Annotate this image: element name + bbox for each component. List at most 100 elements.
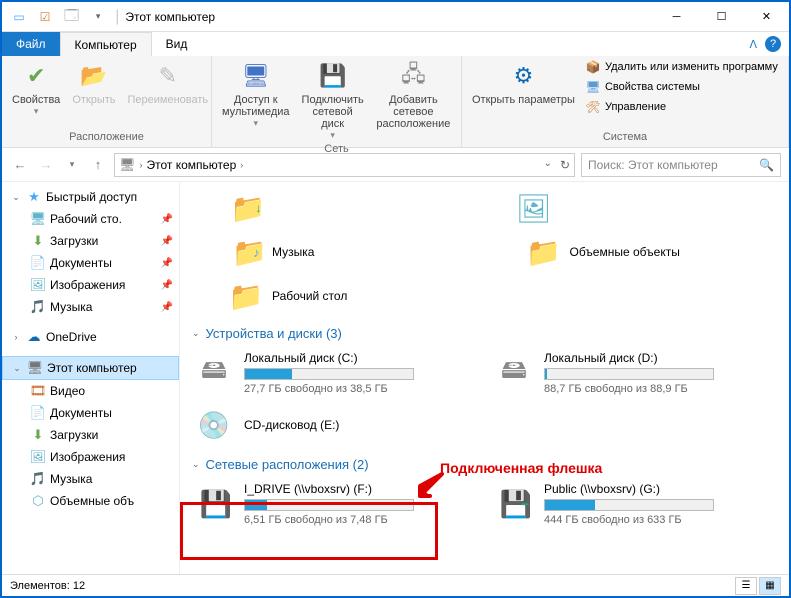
media-access-button[interactable]: 🖥 Доступ к мультимедиа ▾ — [218, 58, 294, 131]
expand-icon[interactable]: › — [10, 332, 22, 342]
sidebar-item[interactable]: 🎞Видео — [2, 380, 179, 402]
chevron-down-icon: ⌄ — [192, 459, 200, 470]
rename-button: ✎ Переименовать — [124, 58, 213, 108]
drive-item[interactable]: 🖴 Локальный диск (C:)27,7 ГБ свободно из… — [190, 345, 470, 401]
search-placeholder: Поиск: Этот компьютер — [588, 158, 718, 172]
tab-computer[interactable]: Компьютер — [60, 32, 152, 56]
folder-item[interactable]: 📁♪Музыка — [224, 230, 482, 274]
desktop-icon: 🖥 — [30, 211, 46, 227]
qat-properties-icon[interactable]: ☑ — [34, 6, 56, 28]
nav-forward-button[interactable]: → — [36, 155, 56, 175]
tab-view[interactable]: Вид — [152, 32, 202, 56]
refresh-button[interactable]: ↻ — [554, 158, 570, 172]
sidebar-item[interactable]: 🖼Изображения📌 — [2, 274, 179, 296]
minimize-button[interactable]: ─ — [654, 2, 699, 31]
uninstall-button[interactable]: 📦Удалить или изменить программу — [583, 58, 780, 76]
tab-file[interactable]: Файл — [2, 32, 60, 56]
nav-back-button[interactable]: ← — [10, 155, 30, 175]
cube-icon: ⬡ — [30, 493, 46, 509]
search-box[interactable]: Поиск: Этот компьютер 🔍 — [581, 153, 781, 177]
music-icon: 🎵 — [30, 299, 46, 315]
folder-item[interactable]: 📁Рабочий стол — [224, 274, 494, 318]
pin-icon: 📌 — [161, 280, 173, 291]
ribbon-tabs: Файл Компьютер Вид ᐱ ? — [2, 32, 789, 56]
qat-dropdown-icon[interactable]: ▾ — [87, 6, 109, 28]
nav-up-button[interactable]: ↑ — [88, 155, 108, 175]
sidebar-quick-access[interactable]: ⌄ ★ Быстрый доступ — [2, 186, 179, 208]
sidebar-item[interactable]: 🖥Рабочий сто.📌 — [2, 208, 179, 230]
pin-icon: 📌 — [161, 236, 173, 247]
expand-icon[interactable]: ⌄ — [10, 192, 22, 203]
navigation-pane: ⌄ ★ Быстрый доступ 🖥Рабочий сто.📌⬇Загруз… — [2, 182, 180, 574]
doc-icon: 📄 — [30, 255, 46, 271]
folder-icon: 📁 — [526, 234, 562, 270]
star-icon: ★ — [26, 189, 42, 205]
sidebar-this-pc[interactable]: ⌄ 🖥 Этот компьютер — [2, 356, 179, 380]
sidebar-item[interactable]: 🎵Музыка — [2, 468, 179, 490]
address-bar-row: ← → ▾ ↑ 🖥 › Этот компьютер › ⌄ ↻ Поиск: … — [2, 148, 789, 182]
close-button[interactable]: ✕ — [744, 2, 789, 31]
network-drive-item[interactable]: 💾━ Public (\\vboxsrv) (G:)444 ГБ свободн… — [490, 476, 770, 532]
video-icon: 🎞 — [30, 383, 46, 399]
sidebar-item[interactable]: 📄Документы — [2, 402, 179, 424]
ribbon-collapse-icon[interactable]: ᐱ — [749, 38, 757, 51]
capacity-bar — [544, 368, 714, 380]
window-title: Этот компьютер — [121, 10, 215, 24]
address-bar[interactable]: 🖥 › Этот компьютер › ⌄ ↻ — [114, 153, 575, 177]
properties-button[interactable]: ✔ Свойства ▾ — [8, 58, 64, 119]
ribbon: ✔ Свойства ▾ 📂 Открыть ✎ Переименовать Р… — [2, 56, 789, 148]
folder-item[interactable]: 📁Объемные объекты — [522, 230, 780, 274]
map-drive-button[interactable]: 💾 Подключить сетевой диск ▾ — [298, 58, 368, 143]
folder-icon: 📁 — [228, 278, 264, 314]
sidebar-item[interactable]: ⬡Объемные объ — [2, 490, 179, 512]
address-icon: 🖥 — [119, 157, 136, 173]
folder-item[interactable]: 📁↓ — [224, 186, 472, 230]
music-icon: 🎵 — [30, 471, 46, 487]
picture-icon: 🖼 — [516, 190, 552, 226]
drive-item[interactable]: 🖴 Локальный диск (D:)88,7 ГБ свободно из… — [490, 345, 770, 401]
system-properties-button[interactable]: 🖥Свойства системы — [583, 78, 780, 96]
drive-icon: 🖴 — [194, 355, 234, 391]
sidebar-onedrive[interactable]: › ☁ OneDrive — [2, 326, 179, 348]
sidebar-item[interactable]: ⬇Загрузки — [2, 424, 179, 446]
drive-icon: 💾━ — [494, 486, 534, 522]
nav-recent-dropdown[interactable]: ▾ — [62, 155, 82, 175]
annotation-arrow — [416, 472, 446, 500]
sidebar-item[interactable]: 🖼Изображения — [2, 446, 179, 468]
monitor-icon: 🖥 — [27, 360, 43, 376]
image-icon: 🖼 — [30, 277, 46, 293]
pin-icon: 📌 — [161, 258, 173, 269]
open-settings-button[interactable]: ⚙ Открыть параметры — [468, 58, 579, 108]
qat-newfolder-icon[interactable]: ▭ — [8, 6, 30, 28]
title-bar: ▭ ☑ 🗔 ▾ | Этот компьютер ─ ☐ ✕ — [2, 2, 789, 32]
sidebar-item[interactable]: 📄Документы📌 — [2, 252, 179, 274]
image-icon: 🖼 — [30, 449, 46, 465]
drive-item[interactable]: 💿 CD-дисковод (E:) — [190, 401, 470, 449]
folder-item[interactable]: 🖼 — [512, 186, 779, 230]
folder-icon: 📁↓ — [228, 190, 264, 226]
capacity-bar — [544, 499, 714, 511]
help-icon[interactable]: ? — [765, 36, 781, 52]
open-button: 📂 Открыть — [68, 58, 119, 108]
address-dropdown-icon[interactable]: ⌄ — [544, 158, 552, 172]
doc-icon: 📄 — [30, 405, 46, 421]
search-icon[interactable]: 🔍 — [759, 158, 774, 172]
sidebar-item[interactable]: ⬇Загрузки📌 — [2, 230, 179, 252]
sidebar-item[interactable]: 🎵Музыка📌 — [2, 296, 179, 318]
manage-button[interactable]: 🛠Управление — [583, 98, 780, 116]
add-network-button[interactable]: 🖧 Добавить сетевое расположение — [372, 58, 455, 132]
view-tiles-button[interactable]: ▦ — [759, 577, 781, 595]
window-icon: 🗔 — [60, 5, 83, 29]
ribbon-group-system: Система — [468, 131, 782, 145]
drive-icon: 💿 — [194, 407, 234, 443]
annotation-text: Подключенная флешка — [440, 460, 602, 476]
view-details-button[interactable]: ☰ — [735, 577, 757, 595]
maximize-button[interactable]: ☐ — [699, 2, 744, 31]
section-drives[interactable]: ⌄ Устройства и диски (3) — [190, 318, 779, 345]
annotation-highlight-box — [180, 502, 438, 560]
download-icon: ⬇ — [30, 233, 46, 249]
folder-icon: 📁♪ — [228, 234, 264, 270]
expand-icon[interactable]: ⌄ — [11, 363, 23, 374]
download-icon: ⬇ — [30, 427, 46, 443]
pin-icon: 📌 — [161, 302, 173, 313]
